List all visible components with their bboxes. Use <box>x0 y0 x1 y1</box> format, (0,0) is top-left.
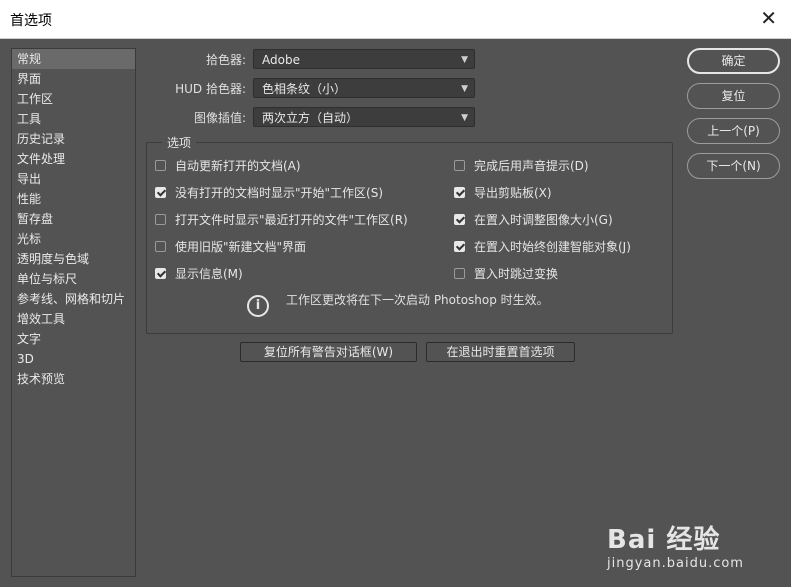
color-picker-label: 拾色器: <box>205 53 246 67</box>
sidebar-item-type[interactable]: 文字 <box>12 329 135 349</box>
checkbox[interactable] <box>454 268 465 279</box>
option-label: 打开文件时显示"最近打开的文件"工作区(R) <box>175 213 408 227</box>
checkbox-checked[interactable] <box>155 187 166 198</box>
watermark-logo: Bai 经验 <box>607 525 721 555</box>
title-bar: 首选项 ✕ <box>0 0 791 39</box>
checkbox-checked[interactable] <box>454 214 465 225</box>
sidebar-item-cursors[interactable]: 光标 <box>12 229 135 249</box>
info-message: 工作区更改将在下一次启动 Photoshop 时生效。 <box>286 293 549 307</box>
prev-button[interactable]: 上一个(P) <box>687 118 780 144</box>
hud-color-picker-label: HUD 拾色器: <box>175 82 246 96</box>
ok-button[interactable]: 确定 <box>687 48 780 74</box>
option-label: 导出剪贴板(X) <box>474 186 552 200</box>
option-always-smart-object[interactable]: 在置入时始终创建智能对象(J) <box>454 238 631 256</box>
sidebar-item-workspace[interactable]: 工作区 <box>12 89 135 109</box>
option-show-start-workspace[interactable]: 没有打开的文档时显示"开始"工作区(S) <box>155 184 383 202</box>
reset-button[interactable]: 复位 <box>687 83 780 109</box>
watermark-url: jingyan.baidu.com <box>607 556 744 571</box>
checkbox[interactable] <box>155 160 166 171</box>
sidebar-item-performance[interactable]: 性能 <box>12 189 135 209</box>
option-label: 没有打开的文档时显示"开始"工作区(S) <box>175 186 384 200</box>
color-picker-value: Adobe <box>262 53 300 67</box>
sidebar-item-general[interactable]: 常规 <box>12 49 135 69</box>
option-export-clipboard[interactable]: 导出剪贴板(X) <box>454 184 552 202</box>
checkbox[interactable] <box>155 241 166 252</box>
checkbox-checked[interactable] <box>155 268 166 279</box>
option-show-tooltips[interactable]: 显示信息(M) <box>155 265 243 283</box>
option-label: 自动更新打开的文档(A) <box>175 159 301 173</box>
sidebar-item-export[interactable]: 导出 <box>12 169 135 189</box>
window-title: 首选项 <box>10 13 52 29</box>
sidebar-item-guides[interactable]: 参考线、网格和切片 <box>12 289 135 309</box>
option-label: 使用旧版"新建文档"界面 <box>175 240 307 254</box>
close-icon[interactable]: ✕ <box>760 6 777 30</box>
option-label: 置入时跳过变换 <box>474 267 559 281</box>
sidebar-item-history[interactable]: 历史记录 <box>12 129 135 149</box>
option-legacy-new-doc[interactable]: 使用旧版"新建文档"界面 <box>155 238 306 256</box>
option-show-recent-files[interactable]: 打开文件时显示"最近打开的文件"工作区(R) <box>155 211 408 229</box>
option-label: 完成后用声音提示(D) <box>474 159 589 173</box>
option-label: 显示信息(M) <box>175 267 243 281</box>
sidebar-item-interface[interactable]: 界面 <box>12 69 135 89</box>
chevron-down-icon: ▼ <box>461 55 468 65</box>
hud-color-picker-value: 色相条纹（小） <box>262 82 347 96</box>
interpolation-value: 两次立方（自动） <box>262 111 359 125</box>
sidebar-item-file-handling[interactable]: 文件处理 <box>12 149 135 169</box>
chevron-down-icon: ▼ <box>461 113 468 123</box>
option-resize-on-place[interactable]: 在置入时调整图像大小(G) <box>454 211 613 229</box>
checkbox[interactable] <box>155 214 166 225</box>
option-label: 在置入时始终创建智能对象(J) <box>474 240 631 254</box>
interpolation-label: 图像插值: <box>193 111 246 125</box>
option-auto-update-docs[interactable]: 自动更新打开的文档(A) <box>155 157 301 175</box>
sidebar-item-plugins[interactable]: 增效工具 <box>12 309 135 329</box>
option-beep-when-done[interactable]: 完成后用声音提示(D) <box>454 157 589 175</box>
sidebar-item-tech-preview[interactable]: 技术预览 <box>12 369 135 389</box>
sidebar-item-transparency[interactable]: 透明度与色域 <box>12 249 135 269</box>
interpolation-select[interactable]: 两次立方（自动） ▼ <box>253 107 475 127</box>
reset-on-quit-button[interactable]: 在退出时重置首选项 <box>426 342 575 362</box>
sidebar-item-tools[interactable]: 工具 <box>12 109 135 129</box>
info-icon: i <box>247 295 269 317</box>
sidebar-item-3d[interactable]: 3D <box>12 349 135 369</box>
checkbox-checked[interactable] <box>454 187 465 198</box>
next-button[interactable]: 下一个(N) <box>687 153 780 179</box>
option-skip-transform[interactable]: 置入时跳过变换 <box>454 265 558 283</box>
checkbox-checked[interactable] <box>454 241 465 252</box>
option-label: 在置入时调整图像大小(G) <box>474 213 613 227</box>
reset-warnings-button[interactable]: 复位所有警告对话框(W) <box>240 342 417 362</box>
chevron-down-icon: ▼ <box>461 84 468 94</box>
sidebar-item-scratch-disks[interactable]: 暂存盘 <box>12 209 135 229</box>
hud-color-picker-select[interactable]: 色相条纹（小） ▼ <box>253 78 475 98</box>
options-legend: 选项 <box>162 134 197 151</box>
checkbox[interactable] <box>454 160 465 171</box>
sidebar-item-units[interactable]: 单位与标尺 <box>12 269 135 289</box>
sidebar: 常规 界面 工作区 工具 历史记录 文件处理 导出 性能 暂存盘 光标 透明度与… <box>11 48 136 577</box>
color-picker-select[interactable]: Adobe ▼ <box>253 49 475 69</box>
